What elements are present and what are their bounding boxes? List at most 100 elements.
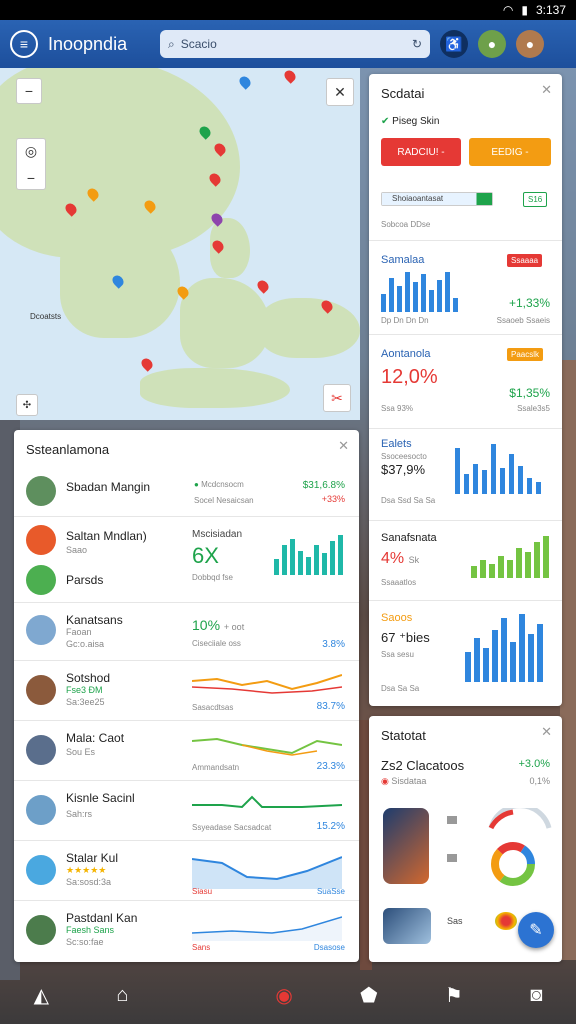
chart-bar bbox=[464, 474, 469, 494]
map-layers-button[interactable]: ✂ bbox=[323, 384, 351, 412]
chart-bar bbox=[483, 648, 489, 682]
section-title: Sanafsnata bbox=[381, 532, 437, 544]
locations-panel: Ssteanlamona ✕ Sbadan Mangin ● Mcdcnsocm… bbox=[14, 430, 359, 962]
section-big: $37,9% bbox=[381, 462, 426, 477]
chart-bar bbox=[381, 294, 386, 312]
map-land-island-1 bbox=[180, 278, 270, 368]
nav-home-icon[interactable]: ⌂ bbox=[116, 984, 128, 1007]
item-title: Kanatsans bbox=[66, 613, 123, 627]
chart-bar bbox=[534, 542, 540, 578]
chart-bar bbox=[322, 553, 327, 575]
search-bar[interactable]: ⌕ Scacio ↻ bbox=[160, 30, 430, 58]
item-bar-chart bbox=[274, 529, 346, 575]
profile-avatar-button[interactable]: ● bbox=[516, 30, 544, 58]
app-bar: ≡ Inoopndia ⌕ Scacio ↻ ♿ ● ● bbox=[0, 20, 576, 68]
search-input[interactable]: Scacio bbox=[181, 37, 406, 51]
accessibility-button[interactable]: ♿ bbox=[440, 30, 468, 58]
section-sub-right: Ssale3s5 bbox=[517, 404, 550, 413]
location-thumbnail bbox=[26, 915, 56, 945]
item-sub: Saao bbox=[66, 545, 88, 555]
close-icon[interactable]: ✕ bbox=[338, 438, 349, 454]
location-thumbnail bbox=[26, 735, 56, 765]
chart-bar bbox=[397, 286, 402, 312]
nav-profile-icon[interactable]: ◙ bbox=[530, 984, 542, 1007]
nav-flag-icon[interactable]: ⚑ bbox=[445, 983, 463, 1008]
section-title: Ealets bbox=[381, 438, 412, 450]
list-item[interactable]: Sbadan Mangin ● Mcdcnsocm Socel Nesaicsa… bbox=[14, 466, 359, 516]
red-action-button[interactable]: RADCIU! - bbox=[381, 138, 461, 166]
map-pin[interactable] bbox=[255, 278, 271, 294]
orange-action-button[interactable]: EEDIG - bbox=[469, 138, 551, 166]
nav-record-icon[interactable]: ◉ bbox=[275, 983, 292, 1008]
item-big-sub: Dobbqd fse bbox=[192, 573, 233, 582]
map-collapse-button[interactable]: − bbox=[16, 78, 42, 104]
item-chart-label: Sasacdtsas bbox=[192, 703, 234, 712]
close-icon[interactable]: ✕ bbox=[541, 724, 552, 740]
chart-area bbox=[192, 917, 342, 941]
list-item[interactable]: Kanatsans Faoan Gc:o.aisa 10% + oot Cise… bbox=[14, 602, 359, 660]
group-avatar-button[interactable]: ● bbox=[478, 30, 506, 58]
item-big: 6X bbox=[192, 543, 219, 568]
item-sub: Faoan bbox=[66, 627, 92, 637]
section-foot: Dp Dn Dn Dn bbox=[381, 316, 429, 325]
stat-thumb[interactable] bbox=[383, 908, 431, 944]
section-divider bbox=[369, 334, 562, 335]
section-foot: Dsa Sa Sa bbox=[381, 684, 420, 693]
nav-back-icon[interactable]: ◭ bbox=[34, 983, 49, 1008]
map-land-island-2 bbox=[140, 368, 290, 408]
progress-sub: Sobcoa DDse bbox=[381, 220, 431, 229]
close-icon[interactable]: ✕ bbox=[541, 82, 552, 98]
chart-bar bbox=[498, 556, 504, 578]
menu-icon: ≡ bbox=[19, 36, 29, 52]
stat-list-line bbox=[447, 854, 457, 862]
item-area-chart bbox=[192, 856, 342, 889]
nav-shield-icon[interactable]: ⬟ bbox=[360, 983, 377, 1008]
section-foot-right: Ssaoeb Ssaeis bbox=[496, 316, 550, 325]
map-view[interactable]: Dcoatsts − ◎ − ✕ ✣ ✂ bbox=[0, 68, 360, 420]
panel-title: Statotat bbox=[381, 728, 426, 743]
map-pin[interactable] bbox=[237, 74, 253, 90]
list-item[interactable]: Sotshod Fse3 ĐM Sa:3ee25 Sasacdtsas 83.7… bbox=[14, 660, 359, 720]
tools-icon: ✂ bbox=[331, 389, 343, 406]
location-pin-icon: ◉ bbox=[381, 776, 389, 786]
stat-gauge-chart bbox=[488, 808, 552, 830]
list-item[interactable]: Stalar Kul ★★★★★ Sa:sosd:3a Siasu SuaSse bbox=[14, 840, 359, 900]
zoom-out-icon[interactable]: − bbox=[27, 170, 35, 186]
item-value: 15.2% bbox=[316, 821, 345, 832]
item-value: Dsasose bbox=[313, 943, 345, 952]
stat-donut-chart bbox=[491, 842, 535, 886]
menu-button[interactable]: ≡ bbox=[10, 30, 38, 58]
locate-icon[interactable]: ◎ bbox=[25, 143, 37, 160]
map-compass-button[interactable]: ✣ bbox=[16, 394, 38, 416]
battery-icon: ▮ bbox=[521, 3, 528, 17]
map-zoom-controls[interactable]: ◎ − bbox=[16, 138, 46, 190]
refresh-icon[interactable]: ↻ bbox=[412, 37, 422, 51]
edit-fab[interactable]: ✎ bbox=[518, 912, 554, 948]
map-pin[interactable] bbox=[282, 68, 298, 84]
list-item[interactable]: Saltan Mndlan) Saao Parsds Mscisiadan 6X… bbox=[14, 516, 359, 602]
chart-bar bbox=[474, 638, 480, 682]
list-item[interactable]: Pastdanl Kan Faesh Sans Sc:so:fae Sans D… bbox=[14, 900, 359, 962]
item-line-chart bbox=[192, 737, 342, 756]
item-title: Stalar Kul bbox=[66, 851, 119, 865]
section-title: Saoos bbox=[381, 612, 413, 624]
stat-image[interactable] bbox=[383, 808, 429, 884]
stat-thumb-dots bbox=[495, 912, 517, 930]
item-chip-2: Socel Nesaicsan bbox=[194, 496, 254, 505]
stat-headline: Zs2 Clacatoos bbox=[381, 758, 465, 773]
chart-bar bbox=[528, 634, 534, 682]
map-close-button[interactable]: ✕ bbox=[326, 78, 354, 106]
list-item[interactable]: Mala: Caot Sou Es Ammandsatn 23.3% bbox=[14, 720, 359, 780]
section-big: 12,0% bbox=[381, 366, 438, 388]
item-area-chart bbox=[192, 916, 342, 941]
section-tag: Paacslk bbox=[507, 348, 544, 361]
chart-bar bbox=[510, 642, 516, 682]
list-item[interactable]: Kisnle Sacinl Sah:rs Ssyeadase Sacsadcat… bbox=[14, 780, 359, 840]
item-sub-2: Sa:sosd:3a bbox=[66, 877, 112, 887]
item-big-value: 10% bbox=[192, 617, 221, 633]
map-pin[interactable] bbox=[139, 356, 155, 372]
map-land-island-3 bbox=[260, 298, 360, 358]
chart-bar bbox=[413, 282, 418, 312]
section-sub: Ssa 93% bbox=[381, 404, 414, 413]
stat-sub-text: Sisdataa bbox=[391, 776, 427, 786]
